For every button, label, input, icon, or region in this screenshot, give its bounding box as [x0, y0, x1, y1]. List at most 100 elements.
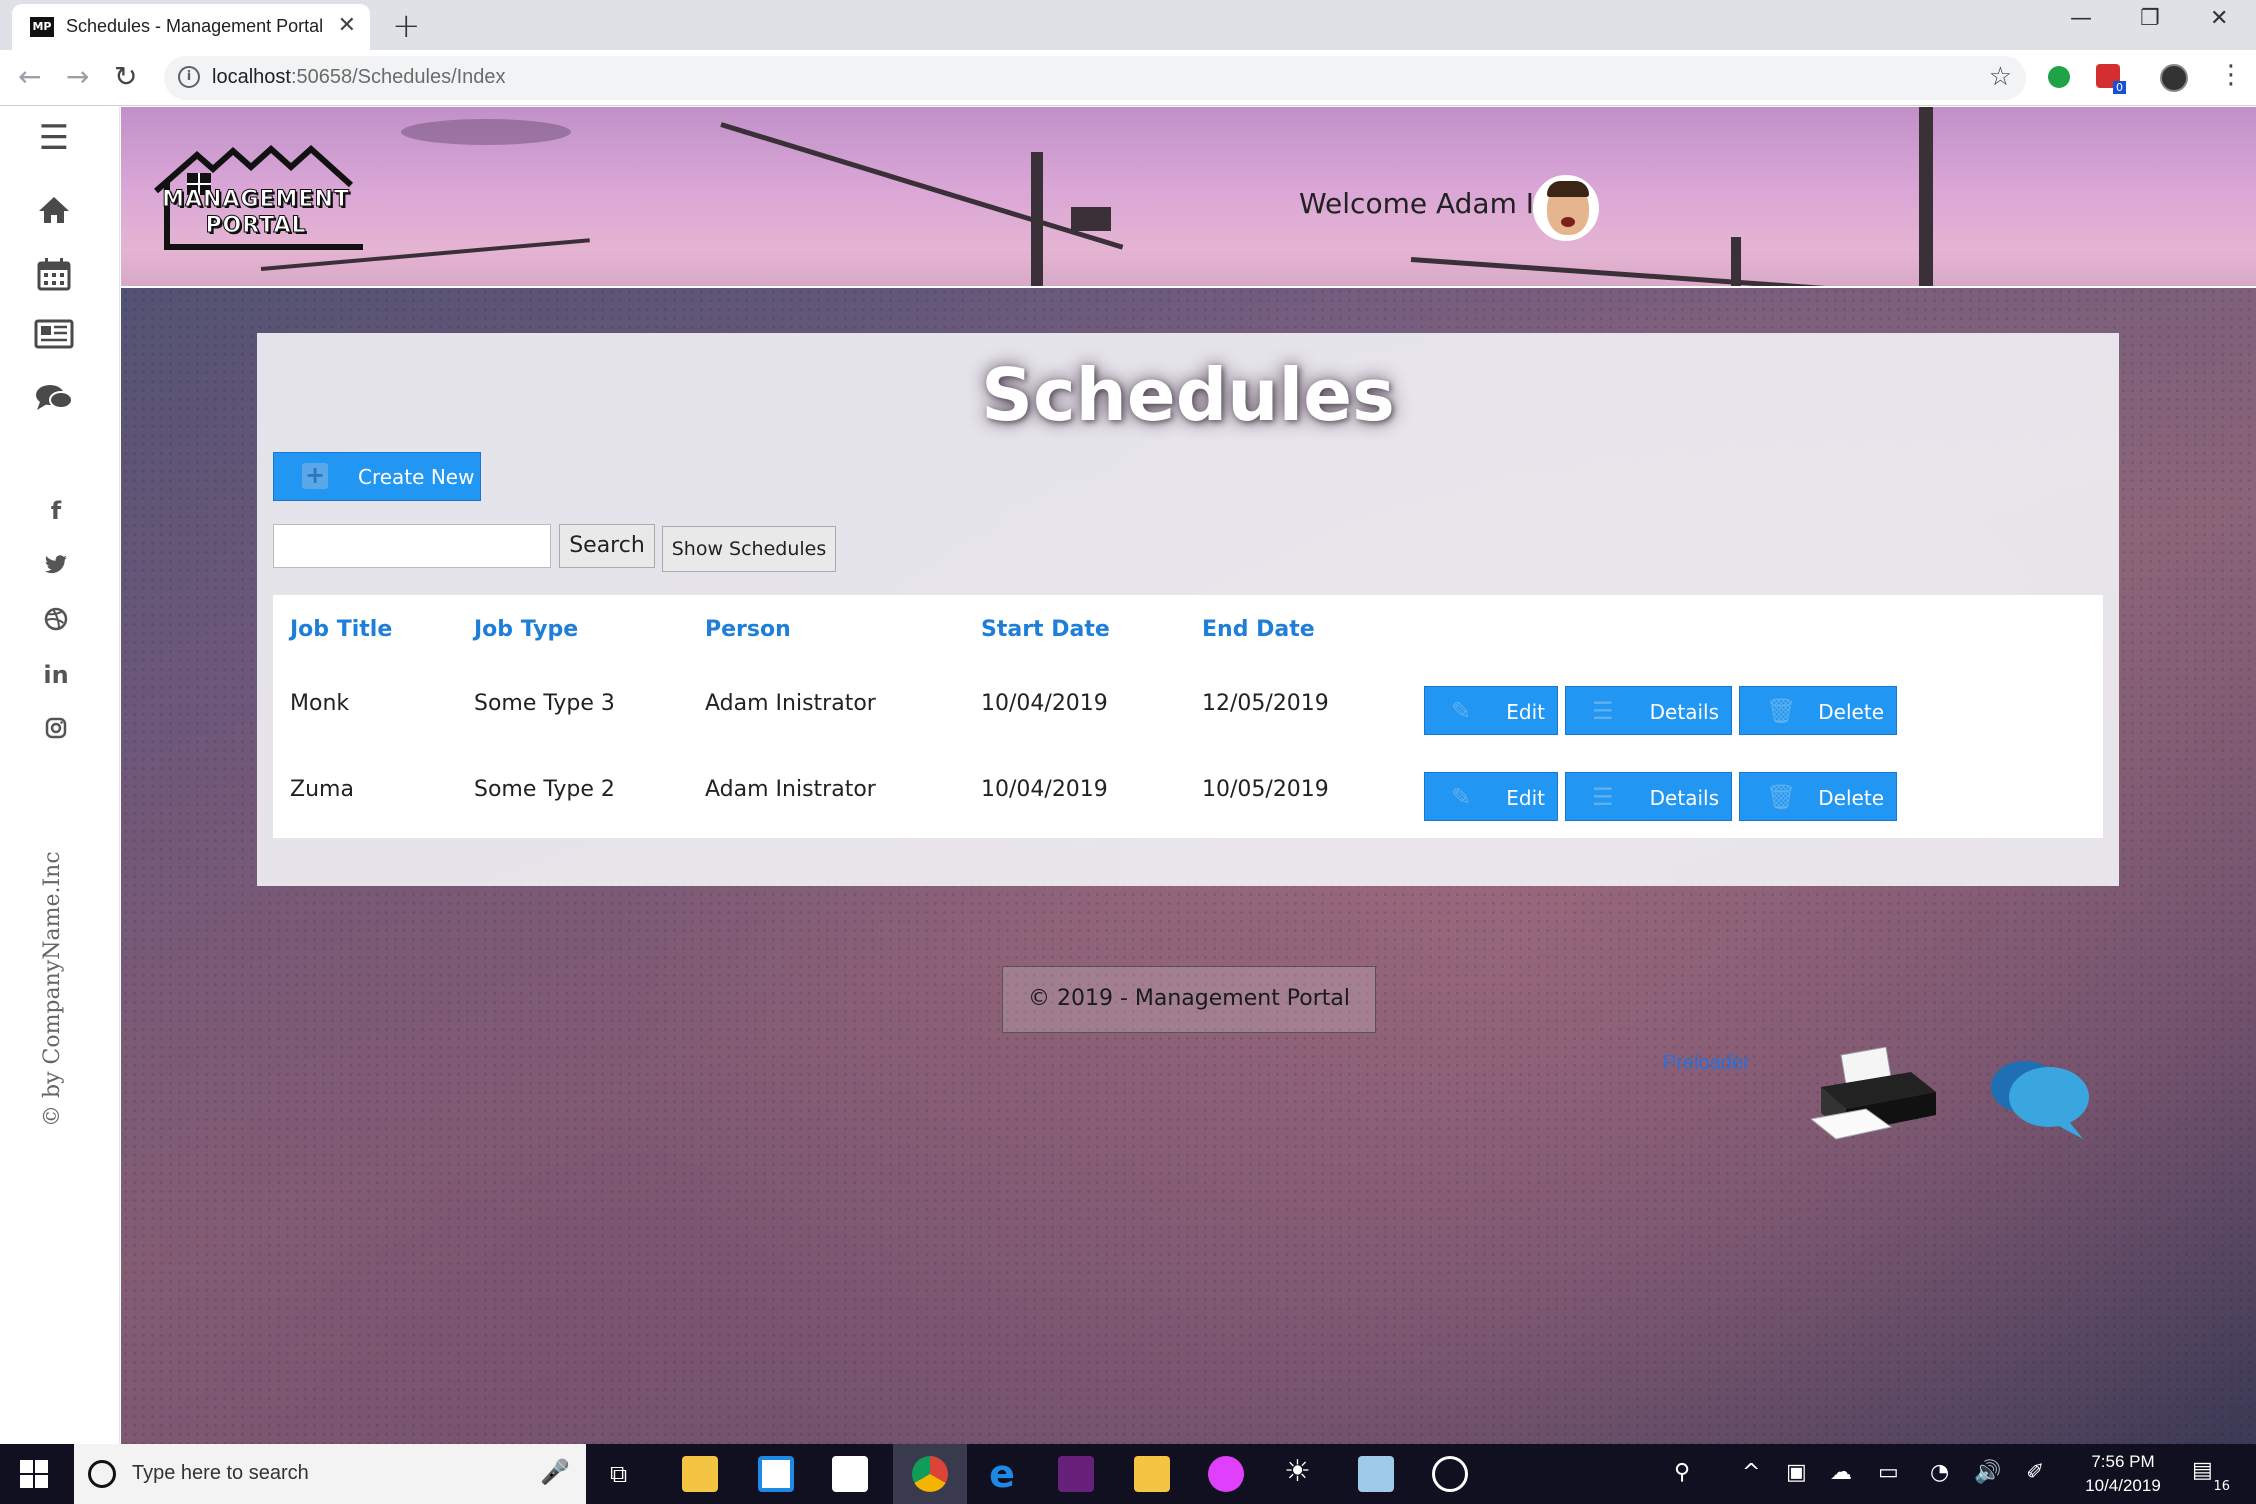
page-background: MANAGEMENT PORTAL Welcome Adam I Schedul… [121, 107, 2256, 1444]
browser-menu-icon[interactable]: ⋮ [2218, 60, 2244, 90]
dribbble-icon[interactable] [38, 607, 74, 637]
delete-button[interactable]: 🗑 Delete [1739, 772, 1897, 821]
cell-job-type: Some Type 2 [474, 777, 615, 802]
mail-icon[interactable] [832, 1456, 868, 1492]
crane-jib [720, 122, 1124, 250]
create-new-button[interactable]: + Create New [273, 452, 481, 501]
volume-icon[interactable]: 🔊 [1974, 1460, 2001, 1485]
details-button[interactable]: ☰ Details [1565, 686, 1732, 735]
back-icon[interactable]: ← [18, 60, 41, 93]
details-button[interactable]: ☰ Details [1565, 772, 1732, 821]
pencil-icon: ✎ [1451, 783, 1472, 811]
sticky-notes-icon[interactable] [1134, 1456, 1170, 1492]
extension-red-icon[interactable]: 0 [2096, 64, 2126, 94]
app-icon[interactable] [1358, 1456, 1394, 1492]
cell-person: Adam Inistrator [705, 691, 876, 716]
visual-studio-icon[interactable] [1058, 1456, 1094, 1492]
minimize-button[interactable]: — [2070, 6, 2092, 31]
browser-toolbar: ← → ↻ i localhost:50658/Schedules/Index … [0, 50, 2256, 106]
column-header-job-title[interactable]: Job Title [290, 617, 392, 642]
cell-start-date: 10/04/2019 [981, 691, 1108, 716]
delete-button[interactable]: 🗑 Delete [1739, 686, 1897, 735]
cell-job-type: Some Type 3 [474, 691, 615, 716]
column-header-job-type[interactable]: Job Type [474, 617, 578, 642]
crane-tower-2 [1731, 237, 1741, 286]
show-hidden-icons[interactable]: ^ [1742, 1460, 1760, 1485]
plus-icon: + [302, 463, 328, 489]
address-bar[interactable]: i localhost:50658/Schedules/Index ☆ [164, 56, 2026, 100]
task-view-icon[interactable]: ⧉ [610, 1460, 627, 1488]
menu-icon[interactable]: ☰ [32, 121, 76, 155]
welcome-text: Welcome Adam I [1299, 187, 1535, 220]
close-window-button[interactable]: ✕ [2210, 6, 2228, 31]
search-button[interactable]: Search [559, 524, 655, 568]
url-text[interactable]: localhost:50658/Schedules/Index [212, 66, 506, 89]
header-banner: MANAGEMENT PORTAL Welcome Adam I [121, 107, 2256, 288]
action-center-icon[interactable]: ▤ 16 [2192, 1458, 2232, 1494]
alarm-icon[interactable] [1432, 1456, 1468, 1492]
newspaper-icon[interactable] [32, 319, 76, 357]
schedules-card: Schedules + Create New Search Show Sched… [257, 333, 2119, 886]
column-header-end-date[interactable]: End Date [1202, 617, 1315, 642]
edge-icon[interactable]: e [984, 1455, 1020, 1493]
avatar[interactable] [1533, 175, 1599, 241]
home-icon[interactable] [32, 195, 76, 233]
taskbar-search[interactable]: Type here to search 🎤 [74, 1444, 586, 1504]
pen-icon[interactable]: ✐ [2026, 1460, 2044, 1485]
reload-icon[interactable]: ↻ [114, 60, 137, 93]
twitter-icon[interactable] [38, 553, 74, 581]
cell-job-title: Monk [290, 691, 350, 716]
battery-icon[interactable]: ▭ [1878, 1460, 1899, 1485]
chat-icon[interactable] [32, 383, 76, 421]
info-icon[interactable]: i [178, 66, 200, 88]
crane-jib-2 [1410, 257, 1851, 286]
column-header-start-date[interactable]: Start Date [981, 617, 1110, 642]
new-tab-button[interactable]: + [392, 6, 421, 46]
taskbar-clock[interactable]: 7:56 PM 10/4/2019 [2068, 1450, 2178, 1498]
people-icon[interactable]: ⚲ [1674, 1460, 1690, 1485]
cortana-icon [88, 1460, 116, 1488]
list-icon: ☰ [1592, 783, 1614, 811]
restore-button[interactable]: ❐ [2140, 6, 2160, 31]
trash-icon: 🗑 [1766, 697, 1797, 725]
favicon-icon: MP [30, 17, 54, 37]
show-schedules-button[interactable]: Show Schedules [662, 526, 836, 572]
edit-button[interactable]: ✎ Edit [1424, 686, 1558, 735]
printer-icon[interactable] [1811, 1047, 1941, 1147]
windows-taskbar: Type here to search 🎤 ⧉ e ☀ ⚲ ^ ▣ ☁ ▭ ◔ … [0, 1444, 2256, 1504]
edit-button[interactable]: ✎ Edit [1424, 772, 1558, 821]
linkedin-icon[interactable]: in [38, 661, 74, 689]
profile-avatar[interactable] [2160, 64, 2188, 92]
footer-copyright: © 2019 - Management Portal [1002, 966, 1376, 1033]
calendar-icon[interactable] [32, 257, 76, 299]
bookmark-star-icon[interactable]: ☆ [1989, 62, 2012, 92]
search-input[interactable] [273, 524, 551, 568]
logo-text: MANAGEMENT PORTAL [162, 187, 350, 239]
itunes-icon[interactable] [1208, 1456, 1244, 1492]
browser-tab[interactable]: MP Schedules - Management Portal ✕ [12, 4, 370, 50]
file-explorer-icon[interactable] [682, 1456, 718, 1492]
extension-green-icon[interactable] [2048, 66, 2070, 88]
browser-tab-bar: MP Schedules - Management Portal ✕ + — ❐… [0, 0, 2256, 50]
pencil-icon: ✎ [1451, 697, 1472, 725]
trash-icon: 🗑 [1766, 783, 1797, 811]
tab-close-icon[interactable]: ✕ [338, 13, 356, 38]
crane-tower-3 [1919, 107, 1933, 286]
brightness-icon[interactable]: ☀ [1284, 1454, 1311, 1489]
sidebar-copyright: © by CompanyName.Inc [40, 851, 65, 1127]
forward-icon[interactable]: → [66, 60, 89, 93]
onedrive-icon[interactable]: ☁ [1830, 1460, 1852, 1485]
facebook-icon[interactable]: f [38, 497, 74, 525]
column-header-person[interactable]: Person [705, 617, 791, 642]
instagram-icon[interactable] [38, 717, 74, 745]
microphone-icon[interactable]: 🎤 [540, 1458, 570, 1486]
chat-bubbles-icon[interactable] [1987, 1053, 2097, 1143]
chrome-icon[interactable] [912, 1456, 948, 1492]
left-sidebar: ☰ f in © by CompanyName.Inc [0, 107, 120, 1444]
start-button[interactable] [20, 1460, 48, 1488]
store-icon[interactable] [758, 1456, 794, 1492]
tray-app-icon[interactable]: ▣ [1786, 1460, 1807, 1485]
wifi-icon[interactable]: ◔ [1930, 1460, 1949, 1485]
preloader-link[interactable]: Preloader [1663, 1052, 1750, 1075]
schedules-table: Job Title Job Type Person Start Date End… [273, 595, 2103, 838]
